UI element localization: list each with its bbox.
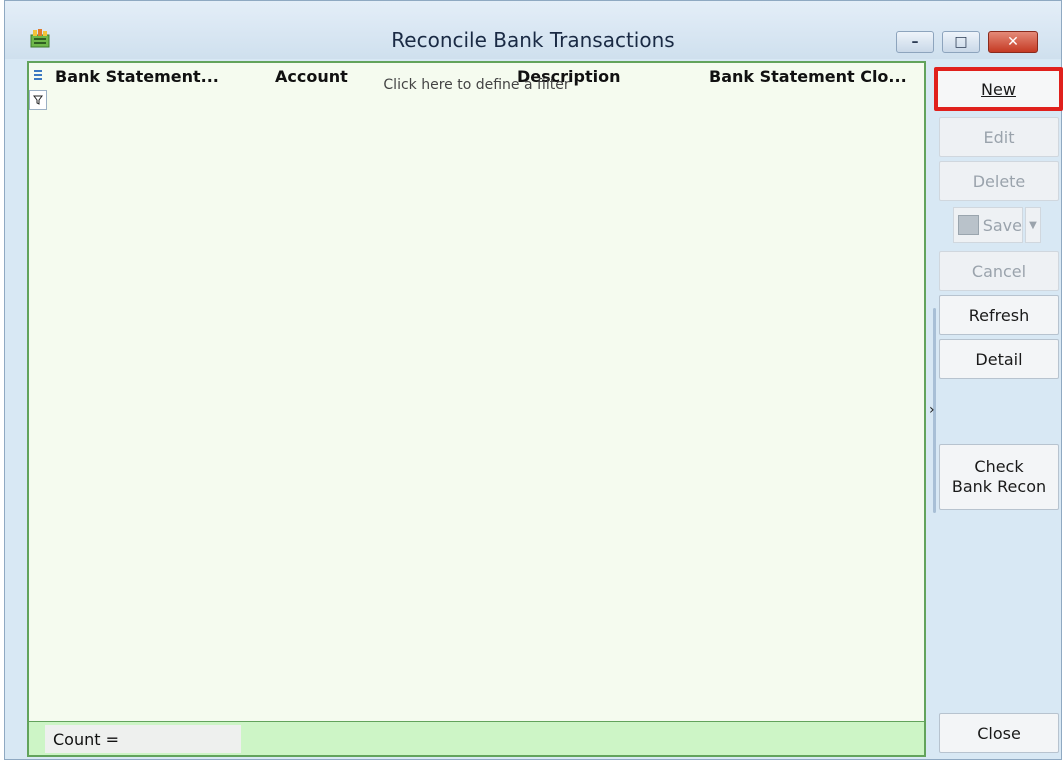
dropdown-arrow-icon[interactable]: ▼ bbox=[1025, 207, 1041, 243]
filter-prompt[interactable]: Click here to define a filter bbox=[29, 77, 924, 93]
chevron-right-icon[interactable]: › bbox=[929, 402, 935, 418]
transactions-grid[interactable]: Bank Statement... Account Description Ba… bbox=[27, 61, 926, 732]
maximize-icon: □ bbox=[954, 34, 968, 50]
check-bank-recon-button[interactable]: Check Bank Recon bbox=[939, 444, 1059, 510]
refresh-button[interactable]: Refresh bbox=[939, 295, 1059, 335]
maximize-button[interactable]: □ bbox=[942, 31, 980, 53]
title-bar: Reconcile Bank Transactions – □ ✕ bbox=[5, 1, 1061, 59]
delete-button[interactable]: Delete bbox=[939, 161, 1059, 201]
minimize-icon: – bbox=[911, 34, 919, 50]
reconcile-window: Reconcile Bank Transactions – □ ✕ Bank S… bbox=[4, 0, 1063, 760]
minimize-button[interactable]: – bbox=[896, 31, 934, 53]
filter-icon[interactable] bbox=[29, 90, 47, 110]
close-button[interactable]: Close bbox=[939, 713, 1059, 753]
save-split-button[interactable]: Save ▼ bbox=[953, 207, 1041, 243]
new-button[interactable]: New bbox=[934, 67, 1063, 111]
save-button[interactable]: Save bbox=[953, 207, 1023, 243]
edit-button[interactable]: Edit bbox=[939, 117, 1059, 157]
close-window-button[interactable]: ✕ bbox=[988, 31, 1038, 53]
close-icon: ✕ bbox=[1007, 34, 1019, 50]
status-bar: Count = bbox=[27, 721, 926, 757]
save-icon bbox=[958, 215, 979, 235]
cancel-button[interactable]: Cancel bbox=[939, 251, 1059, 291]
detail-button[interactable]: Detail bbox=[939, 339, 1059, 379]
record-count: Count = bbox=[45, 725, 241, 753]
